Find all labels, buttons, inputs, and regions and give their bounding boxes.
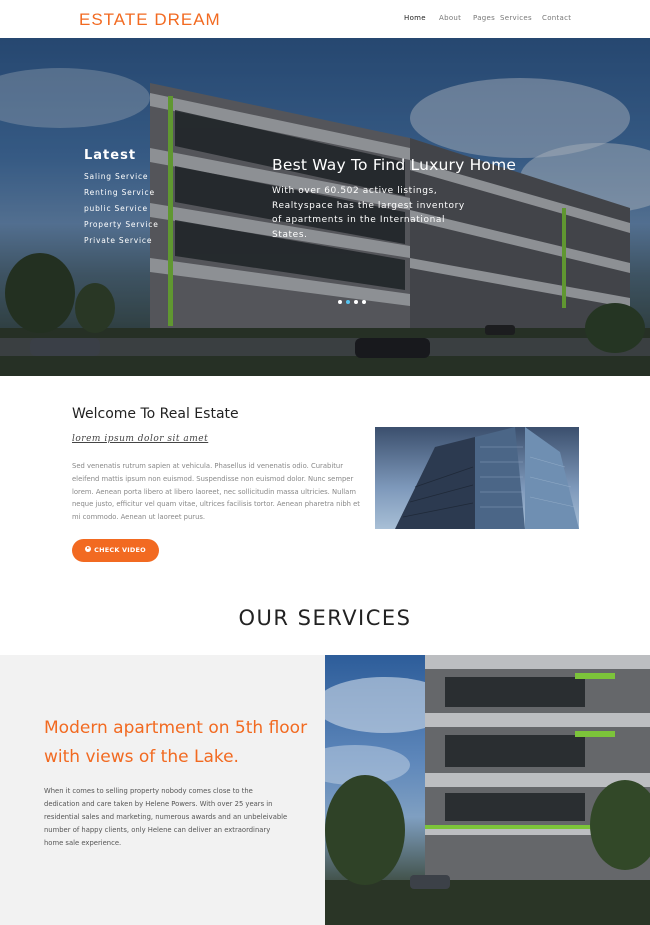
slider-dot-3[interactable] (354, 300, 358, 304)
latest-item-saling[interactable]: Saling Service (84, 169, 159, 185)
brand-logo[interactable]: ESTATE DREAM (79, 10, 221, 30)
latest-item-public[interactable]: public Service (84, 201, 159, 217)
skyscraper-image (375, 427, 579, 529)
slider-dot-2[interactable] (346, 300, 350, 304)
services-heading: OUR SERVICES (238, 606, 412, 630)
check-video-button[interactable]: CHECK VIDEO (72, 539, 159, 562)
latest-item-private[interactable]: Private Service (84, 233, 159, 249)
latest-services-list: Latest Saling Service Renting Service pu… (84, 148, 159, 249)
hero-slider: Latest Saling Service Renting Service pu… (0, 38, 650, 376)
nav-item-pages[interactable]: Pages (473, 14, 495, 22)
welcome-paragraph: Sed venenatis rutrum sapien at vehicula.… (72, 462, 360, 522)
latest-title: Latest (84, 148, 137, 163)
services-feature-heading: Modern apartment on 5th floor with views… (44, 718, 308, 767)
slider-dots (338, 289, 370, 308)
hero-description: With over 60.502 active listings, Realty… (272, 186, 465, 240)
latest-item-property[interactable]: Property Service (84, 217, 159, 233)
services-feature-paragraph: When it comes to selling property nobody… (44, 787, 288, 847)
nav-item-services[interactable]: Services (500, 14, 532, 22)
nav-item-contact[interactable]: Contact (542, 14, 571, 22)
nav-item-home[interactable]: Home (404, 14, 426, 22)
slider-dot-4[interactable] (362, 300, 366, 304)
nav-item-about[interactable]: About (439, 14, 461, 22)
welcome-heading: Welcome To Real Estate (72, 406, 239, 422)
welcome-subtitle: lorem ipsum dolor sit amet (72, 434, 209, 444)
hero-caption: Best Way To Find Luxury Home With over 6… (272, 156, 516, 242)
check-video-label: CHECK VIDEO (94, 546, 146, 554)
apartment-building-image (325, 655, 650, 925)
slider-dot-1[interactable] (338, 300, 342, 304)
hero-headline: Best Way To Find Luxury Home (272, 156, 517, 174)
play-circle-icon (85, 546, 92, 552)
top-navbar: ESTATE DREAM Home About Pages Services C… (0, 0, 650, 38)
latest-item-renting[interactable]: Renting Service (84, 185, 159, 201)
